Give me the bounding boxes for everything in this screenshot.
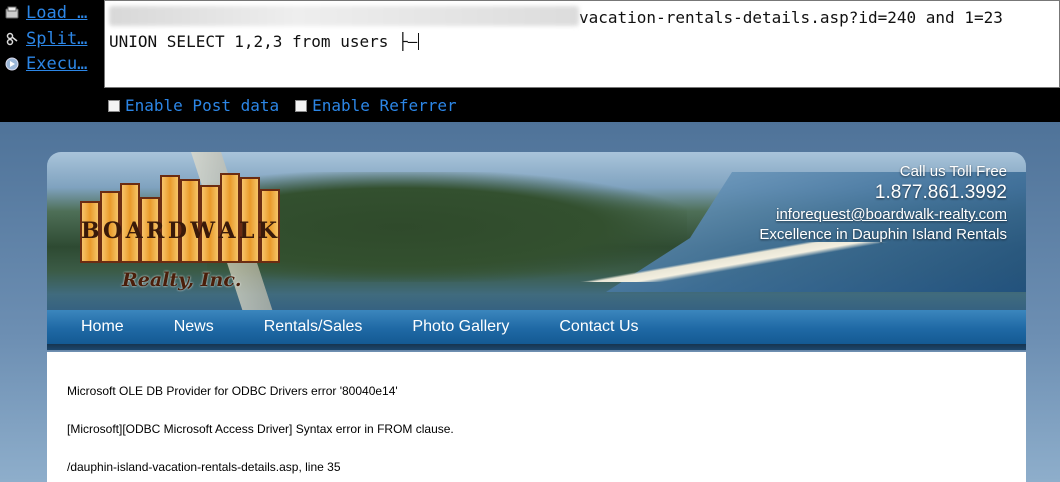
redacted-url-blur bbox=[109, 6, 579, 26]
text-cursor bbox=[418, 33, 420, 50]
main-nav: Home News Rentals/Sales Photo Gallery Co… bbox=[47, 310, 1026, 344]
error-line-3: /dauphin-island-vacation-rentals-details… bbox=[67, 460, 341, 474]
error-content: Microsoft OLE DB Provider for ODBC Drive… bbox=[47, 352, 1026, 482]
url-line-1-text: vacation-rentals-details.asp?id=240 and … bbox=[579, 8, 1003, 27]
load-url-button[interactable]: Load … bbox=[4, 2, 87, 24]
contact-block: Call us Toll Free 1.877.861.3992 inforeq… bbox=[759, 163, 1007, 244]
load-url-icon bbox=[4, 5, 20, 21]
logo-letter: R bbox=[146, 218, 165, 244]
url-line-1: vacation-rentals-details.asp?id=240 and … bbox=[109, 6, 1055, 30]
hackbar-options: Enable Post data Enable Referrer bbox=[108, 96, 457, 115]
enable-post-data-checkbox[interactable] bbox=[108, 99, 120, 112]
nav-home[interactable]: Home bbox=[81, 318, 124, 336]
nav-rentals-sales[interactable]: Rentals/Sales bbox=[264, 318, 363, 336]
load-url-label: Load … bbox=[26, 3, 88, 23]
nav-news[interactable]: News bbox=[174, 318, 214, 336]
logo-letter: O bbox=[103, 218, 123, 244]
error-line-2: [Microsoft][ODBC Microsoft Access Driver… bbox=[67, 422, 454, 436]
toll-free-tagline: Call us Toll Free bbox=[899, 163, 1007, 180]
nav-shadow bbox=[47, 344, 1026, 352]
hackbar-toolbar: Load … Split… Execu… vacation-rentals-de… bbox=[0, 0, 1060, 122]
enable-referrer-label: Enable Referrer bbox=[312, 96, 457, 115]
enable-referrer-option[interactable]: Enable Referrer bbox=[295, 96, 457, 115]
execute-icon bbox=[4, 56, 20, 72]
logo-letter: K bbox=[257, 218, 277, 244]
url-line-2-text: UNION SELECT 1,2,3 from users ├– bbox=[109, 32, 418, 51]
split-url-label: Split… bbox=[26, 29, 88, 49]
logo-letter: L bbox=[238, 218, 255, 244]
execute-label: Execu… bbox=[26, 54, 88, 74]
boardwalk-logo[interactable]: B O A R D W A L K Realty, Inc. bbox=[76, 171, 282, 291]
logo-letter: B bbox=[81, 218, 100, 244]
url-line-2: UNION SELECT 1,2,3 from users ├– bbox=[109, 30, 1055, 54]
error-line-1: Microsoft OLE DB Provider for ODBC Drive… bbox=[67, 384, 398, 398]
nav-photo-gallery[interactable]: Photo Gallery bbox=[412, 318, 509, 336]
logo-letter: A bbox=[125, 218, 143, 244]
split-url-button[interactable]: Split… bbox=[4, 28, 87, 50]
nav-contact-us[interactable]: Contact Us bbox=[559, 318, 638, 336]
logo-wordmark: B O A R D W A L K bbox=[78, 215, 280, 247]
logo-letter: W bbox=[190, 218, 216, 244]
enable-post-data-option[interactable]: Enable Post data bbox=[108, 96, 279, 115]
slogan: Excellence in Dauphin Island Rentals bbox=[759, 226, 1007, 243]
split-url-icon bbox=[4, 31, 20, 47]
email-link[interactable]: inforequest@boardwalk-realty.com bbox=[759, 205, 1007, 225]
logo-subtitle: Realty, Inc. bbox=[122, 269, 242, 291]
url-textarea[interactable]: vacation-rentals-details.asp?id=240 and … bbox=[104, 0, 1060, 88]
execute-button[interactable]: Execu… bbox=[4, 53, 87, 75]
enable-referrer-checkbox[interactable] bbox=[295, 99, 308, 112]
logo-letter: D bbox=[167, 218, 187, 244]
logo-letter: A bbox=[218, 218, 236, 244]
banner-beach bbox=[527, 242, 997, 282]
enable-post-data-label: Enable Post data bbox=[125, 96, 280, 115]
phone-number: 1.877.861.3992 bbox=[874, 182, 1007, 203]
